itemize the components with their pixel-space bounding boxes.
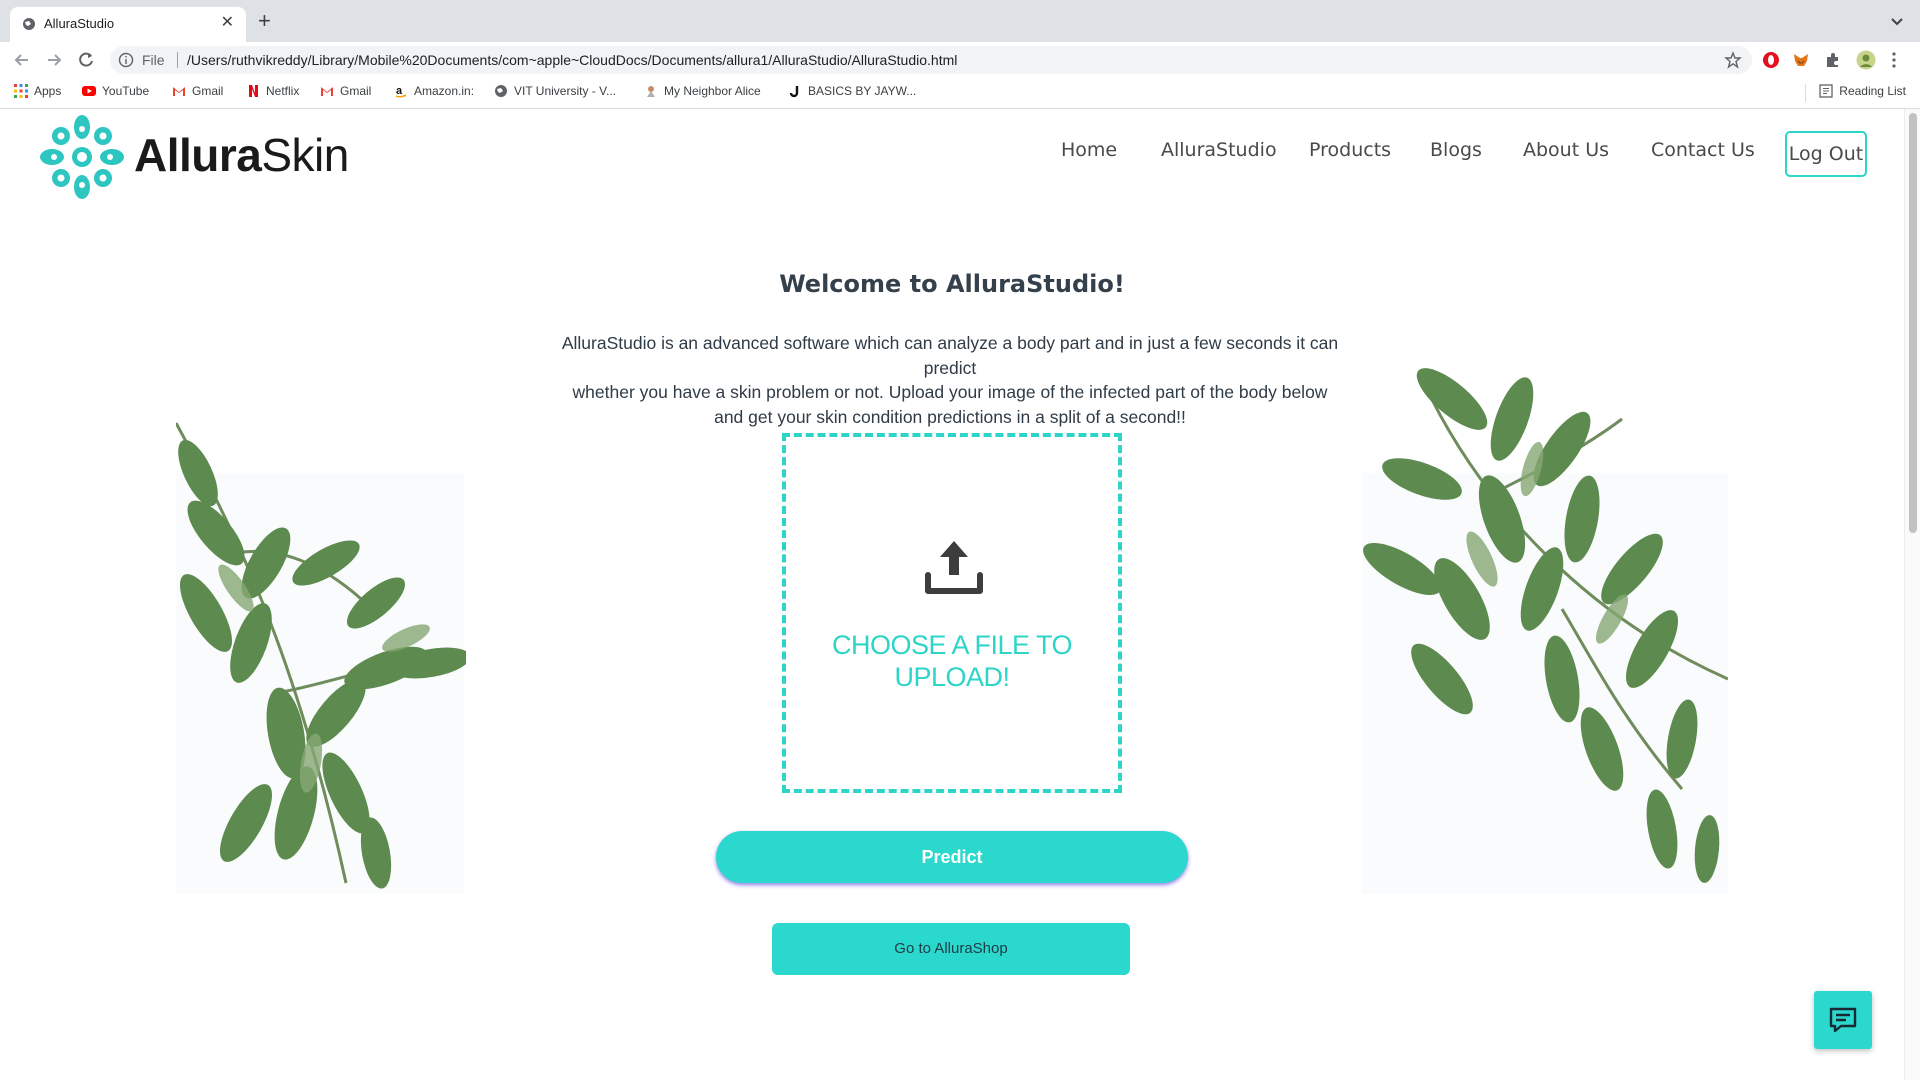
file-upload-dropzone[interactable]: CHOOSE A FILE TO UPLOAD!: [782, 433, 1122, 793]
globe-icon: [23, 18, 35, 30]
url-scheme: File: [142, 52, 165, 68]
page-scrollbar[interactable]: [1904, 109, 1920, 1080]
apps-grid-icon: [14, 84, 28, 98]
allura-logo-mark-icon[interactable]: [38, 113, 126, 201]
upload-label-line: UPLOAD!: [894, 662, 1010, 692]
youtube-icon: [82, 86, 96, 96]
nav-about-us[interactable]: About Us: [1523, 139, 1609, 161]
left-leaves-illustration: [176, 422, 466, 893]
upload-label: CHOOSE A FILE TO UPLOAD!: [796, 629, 1108, 693]
bookmark-star-icon[interactable]: [1724, 51, 1742, 69]
bookmark-netflix[interactable]: Netflix: [246, 84, 299, 102]
nav-contact-us[interactable]: Contact Us: [1651, 139, 1755, 161]
browser-menu-icon[interactable]: [1890, 51, 1898, 69]
url-separator: [177, 52, 178, 68]
brand-name[interactable]: AlluraSkin: [134, 127, 349, 183]
logout-button[interactable]: Log Out: [1785, 131, 1867, 177]
bookmark-label: Gmail: [192, 84, 224, 98]
new-tab-icon[interactable]: +: [258, 9, 271, 33]
bookmark-gmail-2[interactable]: Gmail: [320, 84, 371, 102]
bookmark-youtube[interactable]: YouTube: [82, 84, 149, 102]
globe-icon: [495, 85, 507, 97]
bookmark-label: Gmail: [340, 84, 372, 98]
bookmark-jayw[interactable]: BASICS BY JAYW...: [788, 84, 916, 102]
right-leaves-illustration: [1362, 368, 1728, 894]
close-tab-icon[interactable]: ✕: [221, 13, 234, 33]
reload-icon[interactable]: [76, 50, 96, 70]
bookmark-label: Netflix: [266, 84, 300, 98]
bookmark-vit[interactable]: VIT University - V...: [494, 84, 616, 102]
page-viewport: AlluraSkin Home AlluraStudio Products Bl…: [0, 109, 1904, 1080]
back-arrow-icon[interactable]: [12, 50, 32, 70]
gmail-icon: [321, 87, 333, 96]
brand-bold-text: Allura: [134, 129, 262, 181]
browser-toolbar: File /Users/ruthvikreddy/Library/Mobile%…: [0, 42, 1920, 78]
intro-line: AlluraStudio is an advanced software whi…: [561, 333, 1339, 378]
predict-button[interactable]: Predict: [716, 831, 1188, 883]
nav-blogs[interactable]: Blogs: [1430, 139, 1482, 161]
opera-extension-icon[interactable]: [1762, 51, 1780, 69]
svg-text:a: a: [396, 85, 403, 97]
intro-text: AlluraStudio is an advanced software whi…: [540, 331, 1360, 429]
browser-tab[interactable]: AlluraStudio ✕: [10, 7, 246, 42]
chat-button[interactable]: [1814, 991, 1872, 1049]
gmail-icon: [173, 87, 185, 96]
url-text[interactable]: /Users/ruthvikreddy/Library/Mobile%20Doc…: [187, 52, 957, 68]
bookmark-label: VIT University - V...: [514, 84, 617, 98]
bookmark-label: My Neighbor Alice: [664, 84, 761, 98]
address-bar[interactable]: File /Users/ruthvikreddy/Library/Mobile%…: [110, 46, 1752, 74]
brand-light-text: Skin: [261, 129, 349, 181]
j-icon: [788, 84, 802, 98]
reading-list-icon: [1819, 84, 1833, 98]
intro-line: and get your skin condition predictions …: [714, 406, 1186, 427]
go-to-shop-button[interactable]: Go to AlluraShop: [772, 923, 1130, 975]
upload-icon: [925, 541, 983, 594]
tab-title: AlluraStudio: [44, 16, 115, 31]
bookmarks-bar: Apps YouTube Gmail Netflix Gmail a Amazo…: [0, 78, 1920, 109]
reading-list[interactable]: Reading List: [1819, 84, 1906, 98]
bookmark-apps[interactable]: Apps: [14, 84, 61, 102]
upload-label-line: CHOOSE A FILE TO: [831, 630, 1073, 660]
bookmark-label: Amazon.in:: [414, 84, 475, 98]
bookmark-divider: [1805, 84, 1806, 102]
nav-home[interactable]: Home: [1061, 139, 1117, 161]
info-icon[interactable]: [118, 52, 134, 68]
bookmark-gmail[interactable]: Gmail: [172, 84, 223, 102]
nav-products[interactable]: Products: [1309, 139, 1391, 161]
bookmark-label: Apps: [34, 84, 62, 98]
bookmark-alice[interactable]: My Neighbor Alice: [644, 84, 761, 102]
amazon-icon: a: [395, 85, 407, 98]
bookmark-label: YouTube: [102, 84, 150, 98]
forward-arrow-icon[interactable]: [44, 50, 64, 70]
metamask-fox-icon[interactable]: [1792, 51, 1810, 69]
netflix-icon: [249, 85, 258, 97]
chat-bubble-icon: [1829, 1007, 1857, 1033]
profile-avatar-icon[interactable]: [1856, 50, 1876, 70]
extensions-puzzle-icon[interactable]: [1824, 51, 1842, 69]
alice-icon: [647, 86, 655, 97]
scrollbar-thumb[interactable]: [1909, 113, 1917, 533]
bookmark-label: BASICS BY JAYW...: [808, 84, 917, 98]
tab-strip: AlluraStudio ✕ +: [0, 0, 1920, 42]
intro-line: whether you have a skin problem or not. …: [572, 382, 1328, 402]
tab-search-chevron-icon[interactable]: [1888, 12, 1906, 30]
reading-list-label: Reading List: [1839, 84, 1906, 98]
bookmark-amazon[interactable]: a Amazon.in:: [394, 84, 474, 102]
nav-allurastudio[interactable]: AlluraStudio: [1161, 139, 1277, 161]
page-title: Welcome to AlluraStudio!: [779, 270, 1125, 298]
